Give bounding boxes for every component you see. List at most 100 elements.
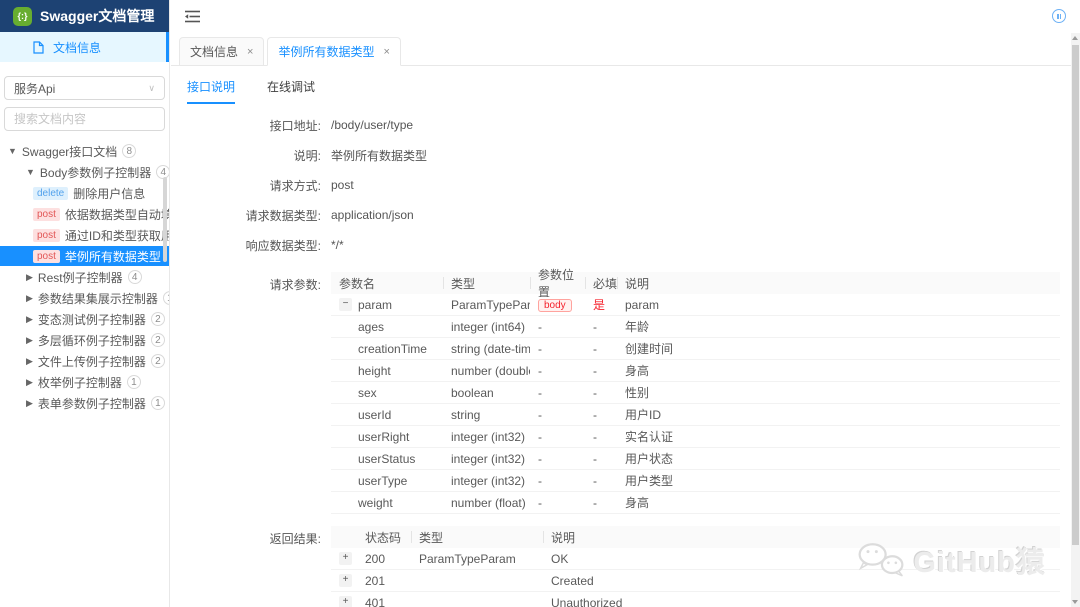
param-name: sex [358, 385, 377, 400]
param-desc-cell: 用户状态 [625, 452, 674, 466]
param-row: −paramParamTypeParambody是param [331, 294, 1060, 316]
result-expand-cell: + [331, 574, 357, 587]
expand-plus-icon[interactable]: + [339, 596, 352, 607]
caret-right-icon[interactable]: ▶ [26, 314, 33, 325]
caret-right-icon[interactable]: ▶ [26, 335, 33, 346]
detail-tab[interactable]: 接口说明 [187, 74, 236, 104]
caret-down-icon[interactable]: ▼ [26, 167, 35, 177]
tree-item[interactable]: ▶ 文件上传例子控制器 2 [0, 351, 169, 371]
tree-item[interactable]: post 依据数据类型自动填充 [0, 204, 169, 224]
count-badge: 1 [150, 396, 165, 410]
search-input[interactable] [14, 112, 169, 126]
method-badge: delete [33, 186, 69, 200]
tree-item-label: 多层循环例子控制器 [37, 333, 146, 348]
document-icon [33, 40, 44, 54]
param-position-cell: - [538, 429, 542, 444]
param-type-cell: integer (int32) [451, 451, 526, 466]
tree-item-label: 枚举例子控制器 [37, 375, 122, 390]
app-header: {:} Swagger文档管理 [0, 0, 169, 32]
param-type-cell: number (double) [451, 363, 530, 378]
api-tree: ▼ Swagger接口文档 8 ▼ Body参数例子控制器 4 delete 删除用户信息 po… [0, 141, 169, 413]
tree-item[interactable]: ▶ 参数结果集展示控制器 1 [0, 288, 169, 308]
document-tab[interactable]: 举例所有数据类型 × [267, 37, 401, 66]
tree-item[interactable]: ▶ Rest例子控制器 4 [0, 267, 169, 287]
param-row: sex boolean - - 性别 [331, 382, 1060, 404]
param-desc-cell: 性别 [625, 386, 650, 400]
api-info-fields: 接口地址: /body/user/type 说明: 举例所有数据类型 请求方式: post… [171, 110, 1080, 260]
result-expand-cell: + [331, 596, 357, 607]
service-api-select[interactable]: 服务Api ∨ [4, 76, 165, 100]
vertical-scrollbar[interactable] [1071, 33, 1080, 607]
param-desc-cell: 用户类型 [625, 474, 674, 488]
param-type-cell: string (date-time) [451, 341, 530, 356]
method-badge: post [33, 249, 60, 263]
detail-tabs: 接口说明 在线调试 [171, 74, 1080, 104]
sidebar: {:} Swagger文档管理 文档信息 服务Api ∨ ▼ Swagger接口文… [0, 0, 170, 607]
caret-right-icon[interactable]: ▶ [26, 356, 33, 367]
field-value: 举例所有数据类型 [331, 148, 428, 163]
param-desc-cell: 身高 [625, 364, 650, 378]
scroll-down-arrow-icon[interactable] [1072, 600, 1078, 604]
caret-right-icon[interactable]: ▶ [26, 293, 33, 304]
info-field: 接口地址: /body/user/type [171, 110, 1080, 140]
field-label: 接口地址: [269, 118, 321, 133]
request-params-section: 请求参数: 参数名类型参数位置必填说明 −paramParamTypeParam… [171, 268, 1080, 514]
close-icon[interactable]: × [247, 46, 253, 58]
body-tag: body [538, 298, 572, 312]
param-desc-cell: 实名认证 [625, 430, 674, 444]
caret-right-icon[interactable]: ▶ [26, 398, 33, 409]
result-row: +201 Created [331, 570, 1060, 592]
detail-tab[interactable]: 在线调试 [267, 74, 315, 104]
param-row: userId string - - 用户ID [331, 404, 1060, 426]
result-row: +401 Unauthorized [331, 592, 1060, 607]
tree-item[interactable]: ▶ 表单参数例子控制器 1 [0, 393, 169, 413]
sidebar-item-doc-info[interactable]: 文档信息 [0, 32, 169, 62]
param-required-cell: - [593, 473, 597, 488]
menu-fold-icon[interactable] [185, 10, 200, 23]
response-results-section: 返回结果: 状态码 类型 说明 +200 ParamTypeParam OK +201 Cr… [171, 526, 1080, 607]
param-type-cell: ParamTypeParam [451, 297, 530, 312]
param-desc-cell: 身高 [625, 496, 650, 510]
tree-scrollbar-thumb[interactable] [163, 177, 167, 262]
param-position-cell: - [538, 319, 542, 334]
request-params-label: 请求参数: [269, 278, 321, 292]
column-header: 参数位置 [530, 268, 585, 299]
scrollbar-thumb[interactable] [1072, 45, 1079, 545]
tree-item-label: Rest例子控制器 [37, 270, 123, 285]
tree-item[interactable]: ▶ 枚举例子控制器 1 [0, 372, 169, 392]
caret-right-icon[interactable]: ▶ [26, 272, 33, 283]
caret-down-icon[interactable]: ▼ [8, 146, 17, 156]
result-type-cell: ParamTypeParam [419, 551, 516, 566]
count-badge: 1 [126, 375, 141, 389]
param-row: heightnumber (double)--身高 [331, 360, 1060, 382]
close-icon[interactable]: × [383, 46, 389, 58]
param-name: userType [358, 473, 408, 488]
count-badge: 2 [150, 354, 165, 368]
api-detail-panel: 接口说明 在线调试 接口地址: /body/user/type 说明: 举例所有数据类型… [171, 66, 1080, 607]
tree-item[interactable]: ▼ Swagger接口文档 8 [0, 141, 169, 161]
expand-plus-icon[interactable]: + [339, 552, 352, 565]
caret-right-icon[interactable]: ▶ [26, 377, 33, 388]
version-info-icon[interactable] [1052, 9, 1066, 23]
expand-plus-icon[interactable]: + [339, 574, 352, 587]
info-field: 说明: 举例所有数据类型 [171, 140, 1080, 170]
status-code-cell: 200 [365, 551, 386, 566]
param-name: userId [358, 407, 392, 422]
tree-item[interactable]: ▼ Body参数例子控制器 4 [0, 162, 169, 182]
tree-item[interactable]: ▶ 变态测试例子控制器 2 [0, 309, 169, 329]
param-row: userType integer (int32) - - 用户类型 [331, 470, 1060, 492]
column-header: 说明 [617, 272, 1060, 294]
param-name-cell: userStatus [331, 452, 443, 466]
tree-item[interactable]: delete 删除用户信息 [0, 183, 169, 203]
tree-item[interactable]: ▶ 多层循环例子控制器 2 [0, 330, 169, 350]
tree-item[interactable]: post 举例所有数据类型 [0, 246, 169, 266]
collapse-minus-icon[interactable]: − [339, 298, 352, 311]
field-label: 响应数据类型: [245, 238, 321, 253]
scroll-up-arrow-icon[interactable] [1072, 36, 1078, 40]
tree-item[interactable]: post 通过ID和类型获取用户信息 [0, 225, 169, 245]
main-area: 文档信息 × 举例所有数据类型 × 接口说明 在线调试 接口地址: /body/user/… [171, 0, 1080, 607]
document-tabbar: 文档信息 × 举例所有数据类型 × [171, 32, 1080, 66]
result-row: +200 ParamTypeParam OK [331, 548, 1060, 570]
document-tab[interactable]: 文档信息 × [179, 37, 265, 66]
swagger-doc-app: {:} Swagger文档管理 文档信息 服务Api ∨ ▼ Swagger接口文… [0, 0, 1080, 607]
